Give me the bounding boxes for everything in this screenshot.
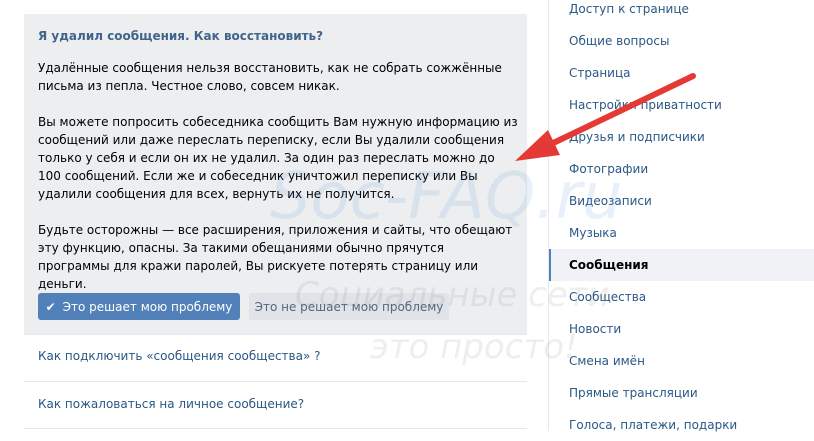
help-sidebar: Доступ к странице Общие вопросы Страница… — [548, 0, 814, 432]
solved-button-label: Это решает мою проблему — [62, 299, 233, 314]
sidebar-item-communities[interactable]: Сообщества — [549, 281, 814, 313]
faq-answer-paragraph-3: Будьте осторожны — все расширения, прило… — [38, 223, 513, 291]
not-solved-button-label: Это не решает мою проблему — [254, 299, 444, 314]
solved-button[interactable]: ✔ Это решает мою проблему — [38, 293, 240, 320]
sidebar-item-photos[interactable]: Фотографии — [549, 153, 814, 185]
faq-answer-paragraph-2: Вы можете попросить собеседника сообщить… — [38, 115, 518, 201]
faq-answer-paragraph-1: Удалённые сообщения нельзя восстановить,… — [38, 61, 502, 93]
sidebar-item-page[interactable]: Страница — [549, 57, 814, 89]
sidebar-item-music[interactable]: Музыка — [549, 217, 814, 249]
divider — [24, 334, 527, 335]
sidebar-item-page-access[interactable]: Доступ к странице — [549, 0, 814, 25]
related-question-link[interactable]: Как пожаловаться на личное сообщение? — [38, 397, 304, 411]
not-solved-button[interactable]: Это не решает мою проблему — [249, 293, 449, 320]
sidebar-item-privacy[interactable]: Настройки приватности — [549, 89, 814, 121]
sidebar-item-videos[interactable]: Видеозаписи — [549, 185, 814, 217]
divider — [24, 381, 527, 382]
related-question-link[interactable]: Как подключить «сообщения сообщества» ? — [38, 349, 321, 363]
divider — [24, 428, 527, 429]
sidebar-item-news[interactable]: Новости — [549, 313, 814, 345]
sidebar-item-friends[interactable]: Друзья и подписчики — [549, 121, 814, 153]
sidebar-item-name-change[interactable]: Смена имён — [549, 345, 814, 377]
sidebar-item-general[interactable]: Общие вопросы — [549, 25, 814, 57]
sidebar-item-messages[interactable]: Сообщения — [549, 249, 814, 281]
sidebar-item-live[interactable]: Прямые трансляции — [549, 377, 814, 409]
checkmark-icon: ✔ — [45, 299, 56, 314]
sidebar-item-votes[interactable]: Голоса, платежи, подарки — [549, 409, 814, 441]
faq-question-title: Я удалил сообщения. Как восстановить? — [38, 29, 324, 43]
